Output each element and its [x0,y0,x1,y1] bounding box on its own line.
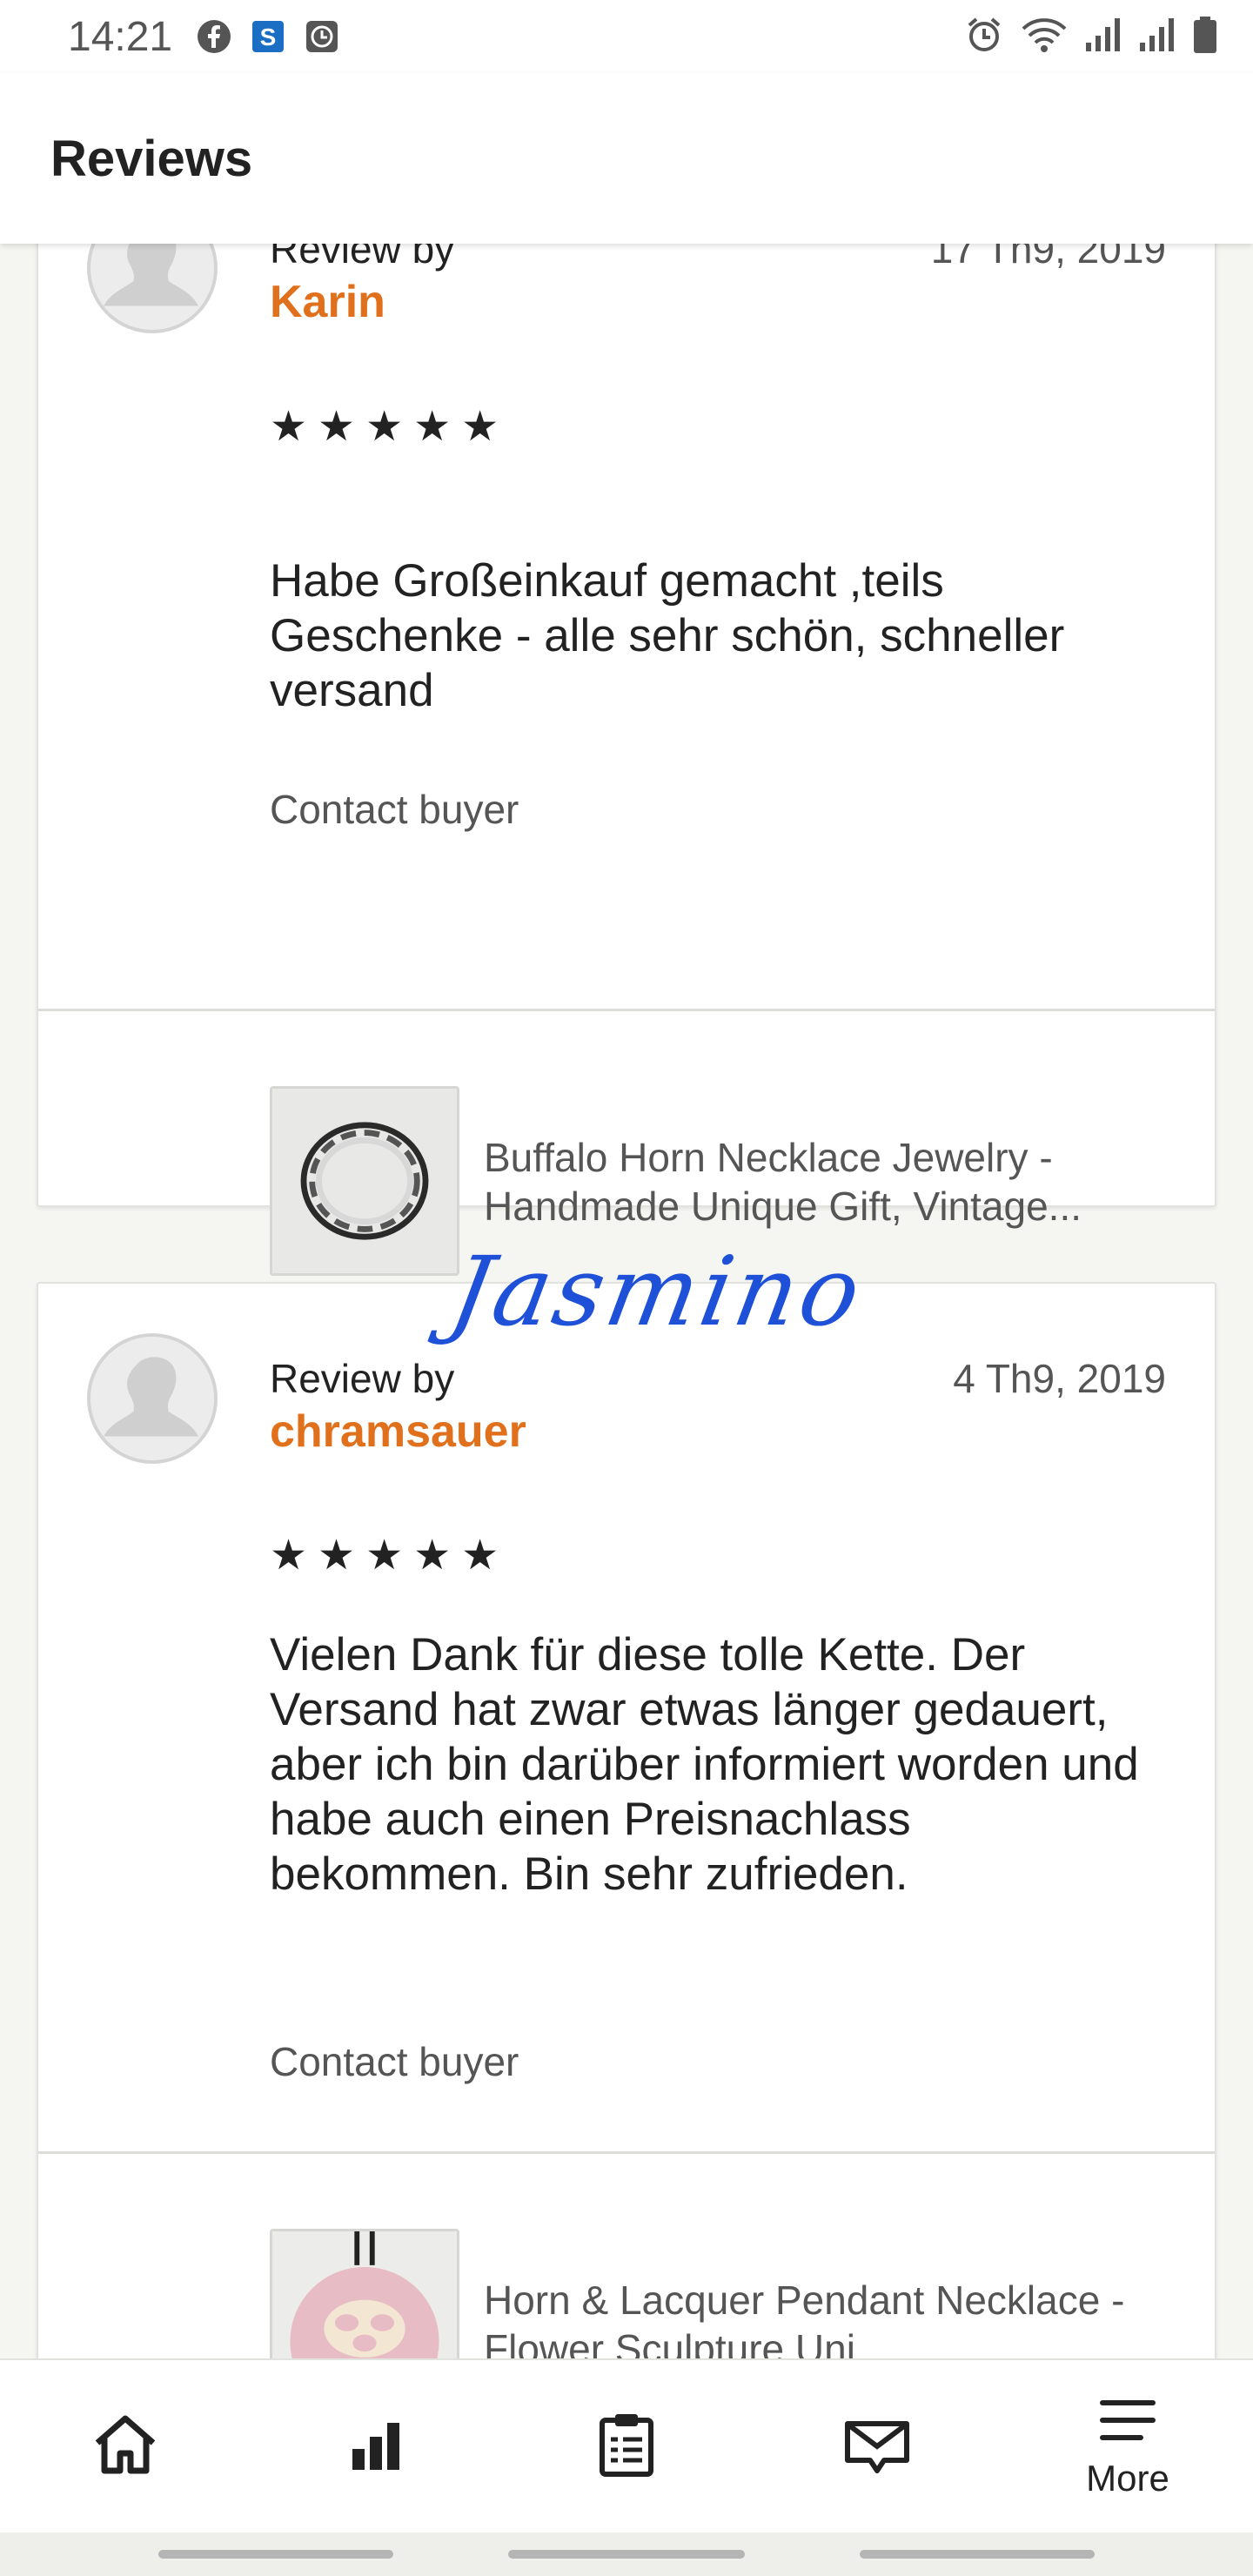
reviewer-name[interactable]: Karin [270,276,385,328]
avatar[interactable] [87,1333,218,1464]
star-rating: ★★★★★ [270,404,510,450]
facebook-icon [197,19,231,54]
review-text: Vielen Dank für diese tolle Kette. Der V… [270,1629,1139,1900]
item-title[interactable]: Horn & Lacquer Pendant Necklace - Flower… [484,2276,1206,2358]
app-bar: Reviews [0,73,1253,244]
nav-more-label: More [1086,2457,1169,2499]
review-by-label: Review by [270,1356,455,1401]
signal-icon [1084,15,1122,59]
nav-messages[interactable] [752,2360,1002,2532]
stats-icon [345,2414,406,2479]
reviews-list[interactable]: Review by 17 Th9, 2019 Karin ★★★★★ Habe … [0,244,1253,2358]
nav-more[interactable]: More [1002,2360,1253,2532]
nav-orders[interactable] [501,2360,752,2532]
review-card: Review by 4 Th9, 2019 chramsauer ★★★★★ V… [37,1282,1216,2358]
review-section: Review by 17 Th9, 2019 Karin ★★★★★ Habe … [38,244,1215,1011]
battery-icon [1192,15,1218,59]
status-time: 14:21 [68,13,173,60]
alarm-icon [964,15,1004,59]
gesture-pill[interactable] [158,2550,393,2559]
contact-buyer-link[interactable]: Contact buyer [270,2038,519,2085]
avatar[interactable] [87,244,218,333]
gesture-pill[interactable] [508,2550,745,2559]
signal-icon [1138,15,1176,59]
review-date: 4 Th9, 2019 [953,1356,1166,1401]
bottom-nav: More [0,2358,1253,2532]
messages-icon [842,2410,912,2484]
orders-icon [592,2410,661,2484]
nav-home[interactable] [0,2360,251,2532]
review-text: Habe Großeinkauf gemacht ,teils Geschenk… [270,555,1065,716]
svg-text:S: S [260,23,277,50]
item-thumbnail[interactable] [270,2229,459,2358]
status-bar: 14:21 S [0,0,1253,73]
nav-stats[interactable] [251,2360,501,2532]
signature-watermark: Jasmino [442,1236,872,1347]
star-rating: ★★★★★ [270,1533,510,1579]
wifi-icon [1020,15,1069,59]
s-app-icon: S [251,19,285,54]
item-section[interactable]: Buffalo Horn Necklace Jewelry - Handmade… [38,1011,1215,1276]
gesture-pill[interactable] [860,2550,1095,2559]
clock-app-icon [305,19,339,54]
item-title[interactable]: Buffalo Horn Necklace Jewelry - Handmade… [484,1133,1206,1231]
page-title: Reviews [50,130,253,187]
contact-buyer-link[interactable]: Contact buyer [270,786,519,833]
review-section: Review by 4 Th9, 2019 chramsauer ★★★★★ V… [38,1284,1215,2154]
reviewer-name[interactable]: chramsauer [270,1405,526,1458]
review-card: Review by 17 Th9, 2019 Karin ★★★★★ Habe … [37,244,1216,1276]
item-section[interactable]: Horn & Lacquer Pendant Necklace - Flower… [38,2154,1215,2358]
gesture-bar [0,2532,1253,2576]
item-thumbnail[interactable] [270,1086,459,1276]
menu-icon [1097,2394,1158,2451]
home-icon [90,2410,160,2484]
review-by-label: Review by [270,244,455,272]
review-date: 17 Th9, 2019 [930,244,1166,272]
